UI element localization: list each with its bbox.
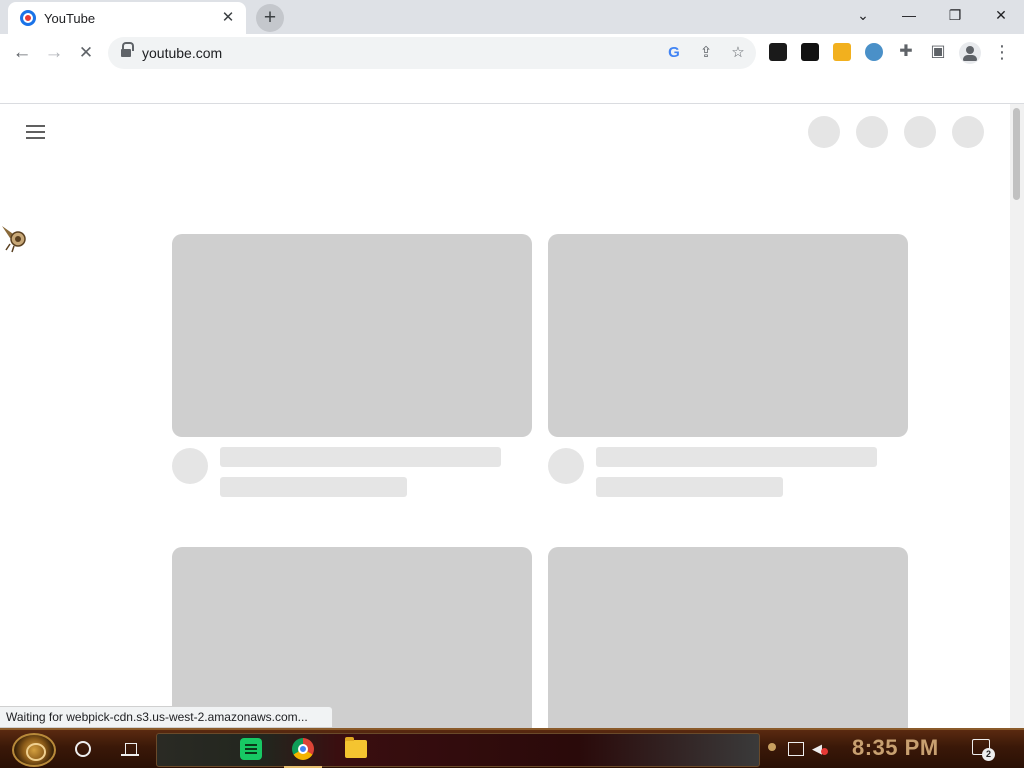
skeleton-header-icon	[856, 116, 888, 148]
skeleton-header-icon	[952, 116, 984, 148]
notification-count-badge[interactable]: 2	[982, 748, 995, 761]
profile-icon[interactable]	[959, 42, 981, 64]
skeleton-header-icon	[808, 116, 840, 148]
scrollbar-thumb[interactable]	[1013, 108, 1020, 200]
share-icon[interactable]: ⇪	[696, 43, 716, 63]
skeleton-channel-avatar	[548, 448, 584, 484]
stop-loading-button[interactable]: ✕	[71, 38, 101, 68]
file-explorer-icon[interactable]	[345, 737, 367, 758]
loading-status-text: Waiting for webpick-cdn.s3.us-west-2.ama…	[0, 706, 333, 728]
url-text[interactable]: youtube.com	[142, 45, 222, 61]
chrome-icon[interactable]	[292, 738, 314, 760]
extension-yellow-icon[interactable]	[833, 43, 851, 61]
lock-icon[interactable]	[121, 42, 134, 58]
new-tab-button[interactable]: +	[256, 4, 284, 32]
tab-close-icon[interactable]: ✕	[220, 10, 236, 26]
google-lens-icon[interactable]: G	[664, 43, 684, 63]
extension-dark-icon[interactable]	[801, 43, 819, 61]
volume-muted-icon[interactable]: ◀	[812, 741, 830, 757]
youtube-page	[0, 104, 1010, 728]
close-window-button[interactable]: ✕	[978, 0, 1024, 30]
back-button[interactable]: ←	[7, 38, 37, 68]
skeleton-meta-line	[220, 477, 407, 497]
cortana-icon[interactable]	[75, 741, 91, 757]
network-icon[interactable]	[788, 742, 804, 756]
task-view-icon[interactable]	[121, 741, 139, 757]
skeleton-video-thumbnail	[548, 547, 908, 728]
skeleton-video-thumbnail	[172, 234, 532, 437]
notes-app-icon[interactable]	[240, 738, 262, 760]
tab-title: YouTube	[44, 10, 96, 26]
browser-toolbar: ← → ✕ youtube.com G ⇪ ☆ ✚ ▣ ⋮	[0, 34, 1024, 72]
address-bar[interactable]: youtube.com G ⇪ ☆	[108, 37, 756, 69]
tab-strip: YouTube ✕ + ⌄ — ❐ ✕	[0, 0, 1024, 34]
animated-cursor-icon	[2, 226, 26, 253]
side-panel-icon[interactable]: ▣	[926, 40, 950, 64]
extension-avatar-icon[interactable]	[865, 43, 883, 61]
extension-link-icon[interactable]	[769, 43, 787, 61]
skeleton-meta-line	[596, 477, 783, 497]
skeleton-channel-avatar	[172, 448, 208, 484]
skeleton-video-thumbnail	[548, 234, 908, 437]
tab-search-button[interactable]: ⌄	[840, 0, 886, 30]
restore-button[interactable]: ❐	[932, 0, 978, 30]
skeleton-title-line	[220, 447, 501, 467]
tray-overflow-icon[interactable]	[768, 743, 776, 751]
forward-button[interactable]: →	[39, 38, 69, 68]
skeleton-video-thumbnail	[172, 547, 532, 728]
skeleton-header-icon	[904, 116, 936, 148]
page-scrollbar[interactable]	[1010, 104, 1024, 728]
youtube-favicon-icon	[20, 10, 36, 26]
skeleton-title-line	[596, 447, 877, 467]
bookmark-star-icon[interactable]: ☆	[728, 43, 748, 63]
bookmarks-bar	[0, 72, 1024, 104]
minimize-button[interactable]: —	[886, 0, 932, 30]
menu-button[interactable]: ⋮	[990, 40, 1014, 64]
taskbar-clock[interactable]: 8:35 PM	[852, 735, 939, 761]
hamburger-menu-icon[interactable]	[26, 125, 46, 139]
start-button[interactable]	[12, 733, 56, 767]
extensions-puzzle-icon[interactable]: ✚	[894, 40, 918, 64]
windows-taskbar: ◀ 8:35 PM 2	[0, 728, 1024, 768]
tab-youtube[interactable]: YouTube ✕	[8, 2, 246, 34]
